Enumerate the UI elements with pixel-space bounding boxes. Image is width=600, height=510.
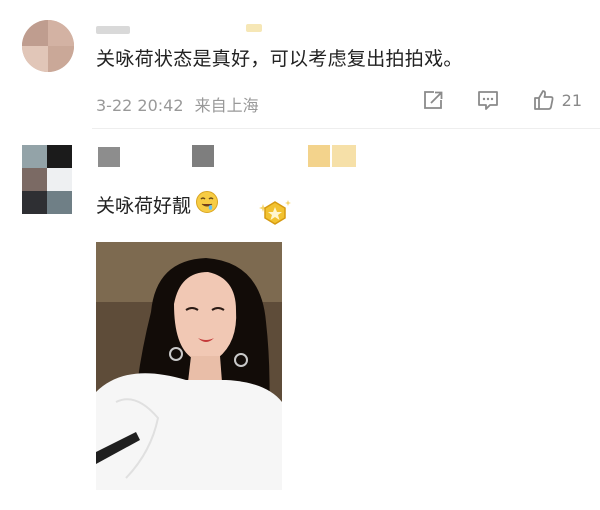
- username-blurred[interactable]: [96, 145, 358, 167]
- user-avatar[interactable]: [22, 145, 72, 214]
- share-icon: [423, 91, 443, 109]
- user-avatar[interactable]: [22, 20, 74, 72]
- comment-body: 关咏荷好靓: [96, 190, 219, 219]
- divider: [92, 128, 600, 129]
- comment-actions: 21: [390, 88, 582, 112]
- like-icon: [533, 90, 554, 110]
- reply-icon: [477, 91, 498, 110]
- comment-meta: 3-22 20:42 来自上海: [96, 92, 259, 116]
- comment-text: 关咏荷好靓: [96, 195, 192, 217]
- comment-location: 来自上海: [194, 96, 259, 115]
- woman-portrait-photo[interactable]: [96, 242, 282, 490]
- comment-text: 关咏荷状态是真好，可以考虑复出拍拍戏。: [96, 48, 463, 70]
- gold-fan-badge-icon: [257, 196, 293, 234]
- drooling-face-emoji: [195, 190, 219, 219]
- share-button[interactable]: [422, 90, 444, 110]
- reply-button[interactable]: [476, 89, 500, 111]
- comment-time: 3-22 20:42: [96, 96, 184, 115]
- like-count: 21: [561, 90, 582, 110]
- like-button[interactable]: 21: [532, 88, 582, 112]
- username-blurred[interactable]: [96, 24, 266, 34]
